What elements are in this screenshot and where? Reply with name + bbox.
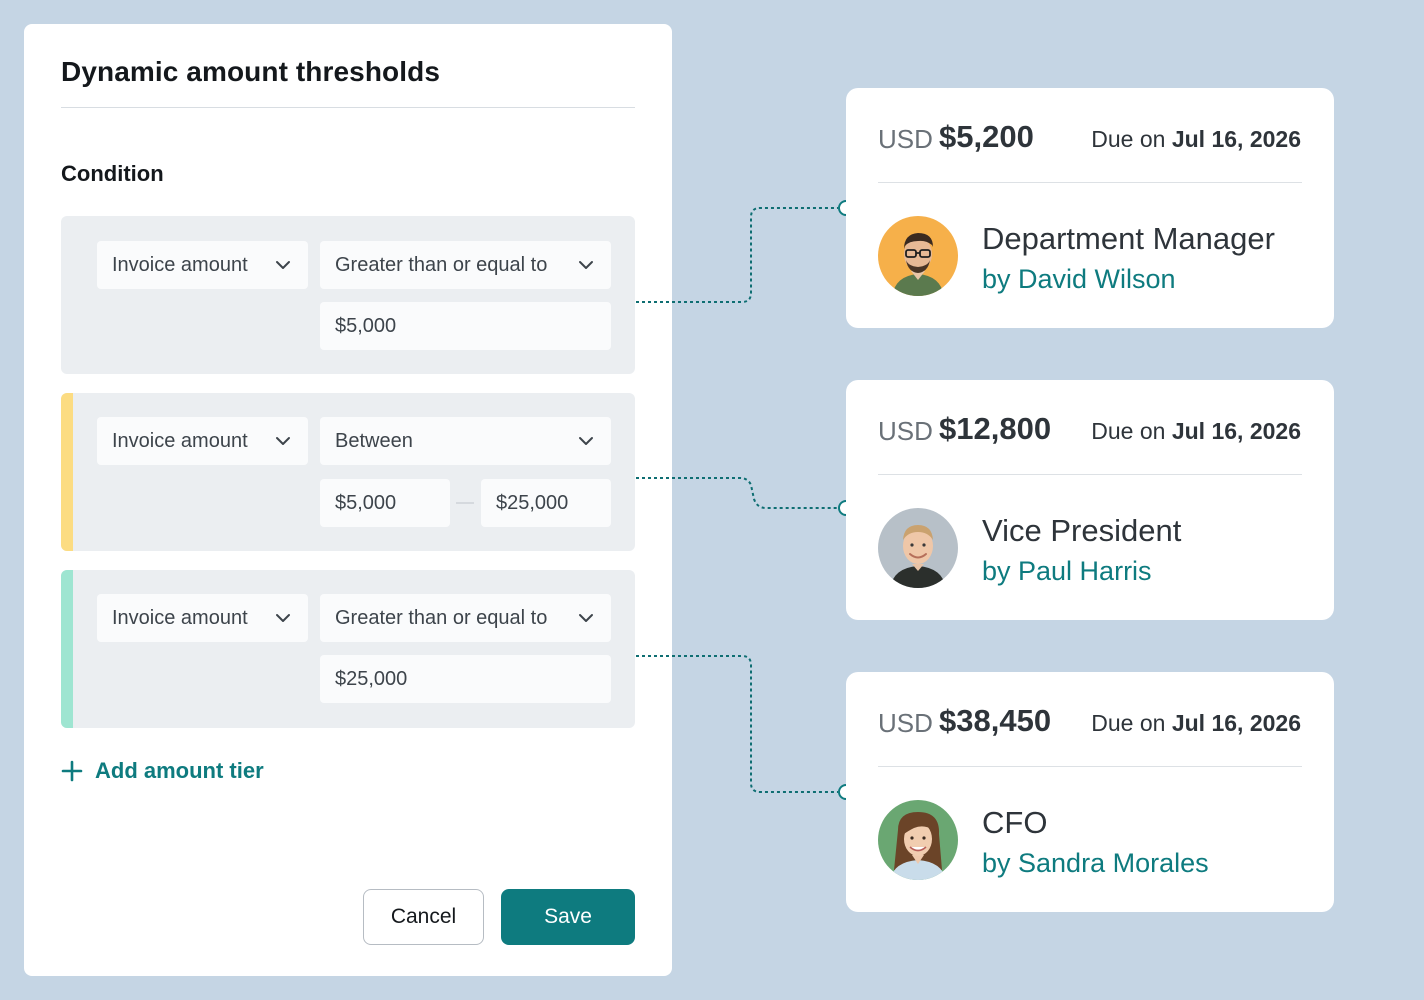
condition-label: Condition [61, 161, 164, 186]
plus-icon [61, 760, 83, 782]
tier-3-operator-select[interactable]: Greater than or equal to [320, 594, 611, 642]
chevron-down-icon [276, 614, 290, 622]
card-2-due-prefix: Due on [1091, 418, 1166, 444]
tier-3-field-select[interactable]: Invoice amount [97, 594, 308, 642]
chevron-down-icon [276, 437, 290, 445]
tier-2-operator-select[interactable]: Between [320, 417, 611, 465]
card-3-due-prefix: Due on [1091, 710, 1166, 736]
avatar [878, 508, 958, 588]
tier-2-min-value: $5,000 [335, 491, 397, 514]
card-2-due-date: Jul 16, 2026 [1171, 418, 1301, 444]
tier-1-operator-value: Greater than or equal to [335, 253, 548, 276]
card-3-due-date: Jul 16, 2026 [1171, 710, 1301, 736]
avatar [878, 800, 958, 880]
tier-2-field-value: Invoice amount [112, 429, 248, 452]
tier-1-amount-value: $5,000 [335, 314, 397, 337]
save-button[interactable]: Save [501, 889, 635, 945]
card-1-approver: by David Wilson [982, 264, 1176, 294]
person-avatar-icon [878, 800, 958, 880]
avatar [878, 216, 958, 296]
card-3-divider [878, 766, 1302, 767]
chevron-down-icon [579, 437, 593, 445]
threshold-panel: Dynamic amount thresholds Condition Invo… [24, 24, 672, 976]
tier-2-operator-value: Between [335, 429, 413, 452]
card-2-due: Due on Jul 16, 2026 [1091, 418, 1301, 445]
tier-2-max-input[interactable]: $25,000 [481, 479, 611, 527]
card-2-role: Vice President [982, 513, 1182, 548]
card-1-due-date: Jul 16, 2026 [1171, 126, 1301, 152]
approval-card-2[interactable]: USD $12,800 Due on Jul 16, 2026 Vice Pre… [846, 380, 1334, 620]
range-dash [456, 502, 474, 504]
tier-2-accent [61, 393, 73, 551]
card-2-amount: $12,800 [939, 411, 1052, 446]
card-1-due-prefix: Due on [1091, 126, 1166, 152]
cancel-button[interactable]: Cancel [363, 889, 484, 945]
person-avatar-icon [878, 508, 958, 588]
add-amount-tier-button[interactable]: Add amount tier [61, 758, 264, 784]
amount-tier-2: Invoice amount Between $5,000 $25,000 [61, 393, 635, 551]
approval-card-3[interactable]: USD $38,450 Due on Jul 16, 2026 CFO by S… [846, 672, 1334, 912]
amount-tier-3: Invoice amount Greater than or equal to … [61, 570, 635, 728]
person-avatar-icon [878, 216, 958, 296]
tier-1-field-select[interactable]: Invoice amount [97, 241, 308, 289]
card-1-divider [878, 182, 1302, 183]
amount-tier-1: Invoice amount Greater than or equal to … [61, 216, 635, 374]
approval-card-1[interactable]: USD $5,200 Due on Jul 16, 2026 Departmen… [846, 88, 1334, 328]
panel-title: Dynamic amount thresholds [61, 56, 441, 87]
tier-3-amount-input[interactable]: $25,000 [320, 655, 611, 703]
card-1-role: Department Manager [982, 221, 1275, 256]
title-divider [61, 107, 635, 108]
tier-3-operator-value: Greater than or equal to [335, 606, 548, 629]
tier-1-field-value: Invoice amount [112, 253, 248, 276]
tier-1-amount-input[interactable]: $5,000 [320, 302, 611, 350]
card-3-currency: USD [878, 708, 933, 738]
card-2-divider [878, 474, 1302, 475]
card-2-approver: by Paul Harris [982, 556, 1152, 586]
tier-1-operator-select[interactable]: Greater than or equal to [320, 241, 611, 289]
tier-3-field-value: Invoice amount [112, 606, 248, 629]
card-2-currency: USD [878, 416, 933, 446]
card-3-due: Due on Jul 16, 2026 [1091, 710, 1301, 737]
tier-2-max-value: $25,000 [496, 491, 569, 514]
tier-3-accent [61, 570, 73, 728]
chevron-down-icon [276, 261, 290, 269]
card-3-amount: $38,450 [939, 703, 1052, 738]
card-3-role: CFO [982, 805, 1048, 840]
card-3-approver: by Sandra Morales [982, 848, 1209, 878]
chevron-down-icon [579, 261, 593, 269]
card-1-due: Due on Jul 16, 2026 [1091, 126, 1301, 153]
add-amount-tier-label: Add amount tier [95, 758, 264, 783]
card-1-currency: USD [878, 124, 933, 154]
tier-2-field-select[interactable]: Invoice amount [97, 417, 308, 465]
tier-2-min-input[interactable]: $5,000 [320, 479, 450, 527]
tier-3-amount-value: $25,000 [335, 667, 408, 690]
card-1-amount: $5,200 [939, 119, 1034, 154]
chevron-down-icon [579, 614, 593, 622]
